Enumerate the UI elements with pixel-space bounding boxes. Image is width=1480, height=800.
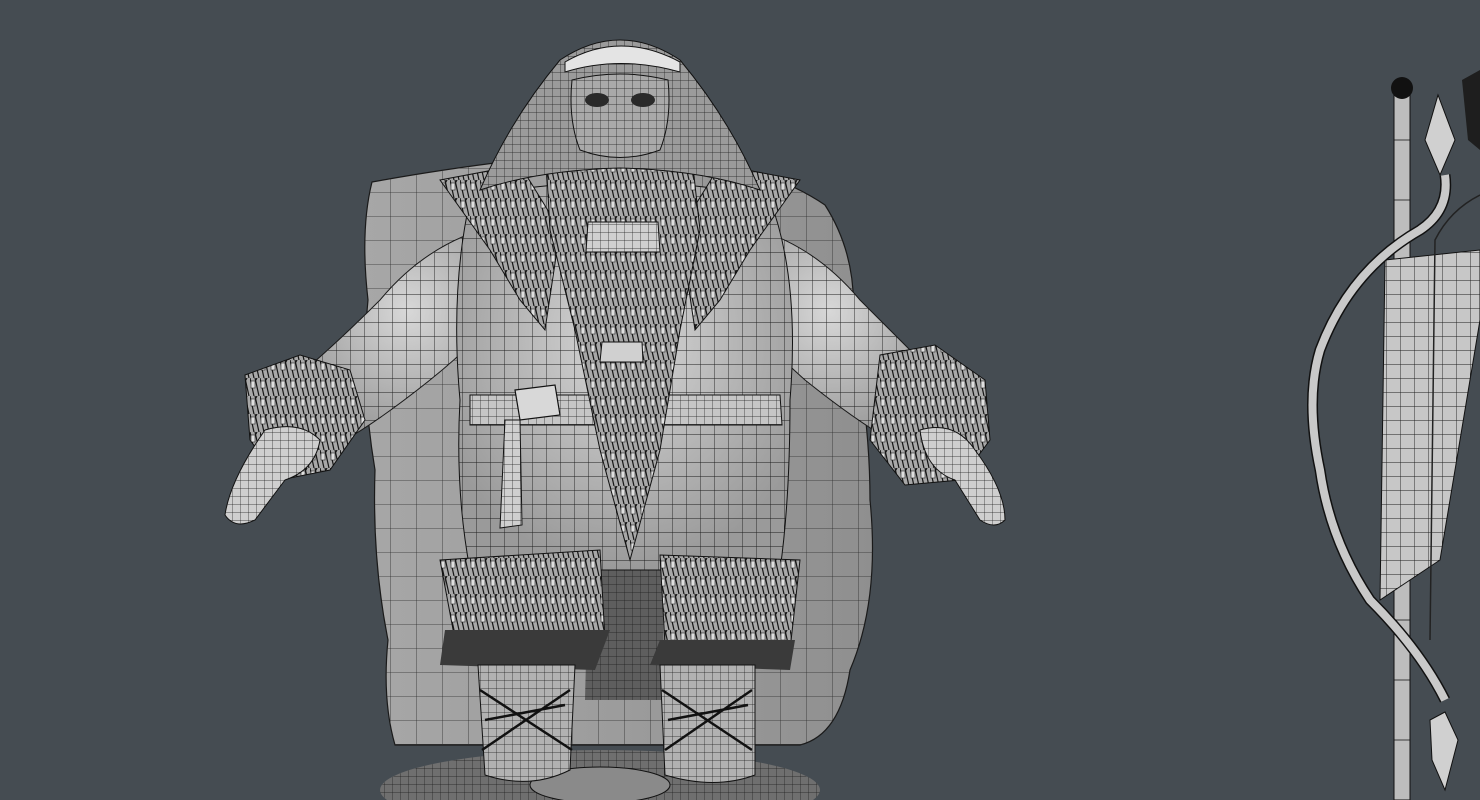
bow-and-quiver-prop[interactable] [1307, 70, 1480, 800]
3d-viewport[interactable] [0, 0, 1480, 800]
staff-knob-icon [1391, 77, 1413, 99]
face[interactable] [570, 73, 670, 158]
right-boot[interactable] [659, 664, 756, 783]
scene-canvas [224, 39, 1480, 800]
left-boot[interactable] [477, 664, 576, 782]
